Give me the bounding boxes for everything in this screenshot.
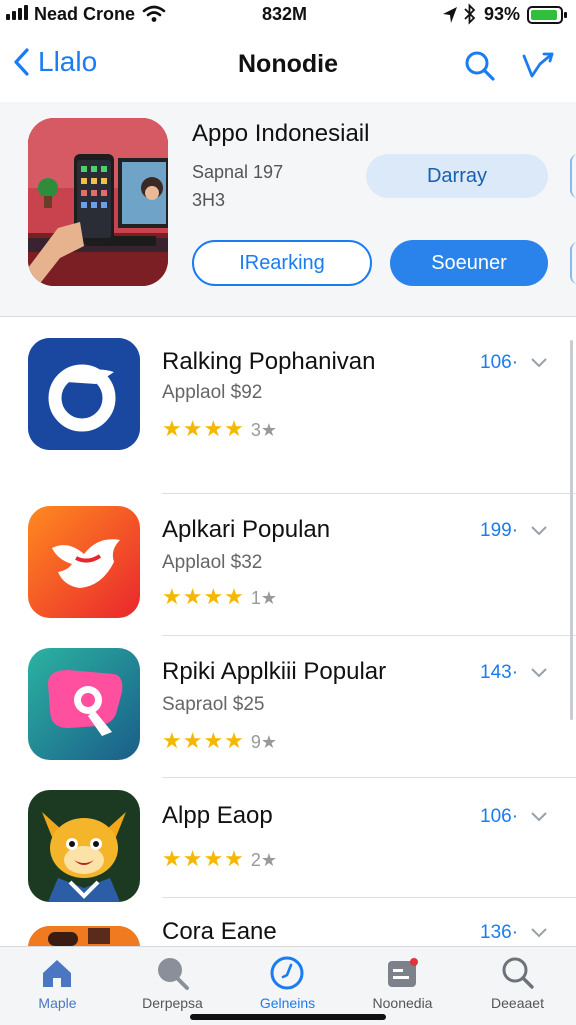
rating-stars: ★★★★ 3★ [162, 416, 278, 441]
app-subtitle: Applaol $32 [162, 552, 263, 573]
secondary-action-button[interactable]: Soeuner [390, 240, 548, 286]
app-price[interactable]: 106· [480, 806, 518, 828]
rating-count: 9★ [250, 732, 278, 752]
chevron-down-icon[interactable] [530, 357, 548, 369]
app-icon [28, 926, 140, 946]
app-subtitle: Applaol $92 [162, 382, 263, 403]
clock: 832M [262, 4, 308, 24]
app-icon [28, 790, 140, 902]
chevron-down-icon[interactable] [530, 811, 548, 823]
app-price[interactable]: 143· [480, 662, 518, 684]
tab-label: Gelneins [259, 995, 316, 1011]
scrollbar[interactable] [570, 340, 573, 720]
app-title: Rpiki Applkiii Popular [162, 658, 387, 685]
chevron-down-icon[interactable] [530, 927, 548, 939]
featured-app-image[interactable] [28, 118, 168, 286]
navigation-bar: Llalo Nonodie [0, 30, 576, 102]
rating-stars: ★★★★ 2★ [162, 846, 278, 871]
tab-home[interactable]: Maple [0, 947, 115, 1025]
rating-stars: ★★★★ 9★ [162, 728, 278, 753]
featured-subtitle-2: 3H3 [192, 190, 226, 210]
list-item[interactable]: Rpiki Applkiii Popular Sapraol $25 ★★★★ 9… [0, 636, 576, 778]
battery-icon [527, 6, 567, 24]
list-item[interactable]: Alpp Eaop ★★★★ 2★ 106· [0, 778, 576, 902]
rating-count: 3★ [250, 420, 278, 440]
carrier-label: Nead Crone [34, 4, 136, 24]
app-icon [28, 506, 140, 618]
battery-percent: 93% [484, 4, 521, 24]
rating-stars: ★★★★ 1★ [162, 584, 278, 609]
app-price[interactable]: 199· [480, 520, 518, 542]
bluetooth-icon [464, 3, 476, 25]
app-list: Ralking Pophanivan Applaol $92 ★★★★ 3★ 10… [0, 316, 576, 946]
tab-search-2[interactable]: Deeaaet [460, 947, 575, 1025]
tab-label: Deeaaet [491, 995, 544, 1011]
list-item[interactable]: Cora Eane 136· [0, 898, 576, 946]
ranking-button[interactable]: IRearking [192, 240, 372, 286]
tab-label: Derpepsa [142, 995, 203, 1011]
app-icon [28, 338, 140, 450]
chevron-down-icon[interactable] [530, 525, 548, 537]
featured-subtitle: Sapnal 197 [192, 162, 284, 182]
app-title: Ralking Pophanivan [162, 348, 376, 375]
tab-label: Maple [38, 995, 77, 1011]
featured-app-card: Appo Indonesiail Sapnal 197 3H3 Darray I… [0, 102, 576, 317]
wifi-icon [142, 5, 166, 22]
rating-count: 1★ [250, 588, 278, 608]
app-icon [28, 648, 140, 760]
list-item[interactable]: Aplkari Populan Applaol $32 ★★★★ 1★ 199· [0, 494, 576, 636]
app-title: Aplkari Populan [162, 516, 331, 543]
app-price[interactable]: 106· [480, 352, 518, 374]
next-card-peek [570, 154, 576, 198]
get-button[interactable]: Darray [366, 154, 548, 198]
share-icon[interactable] [520, 48, 556, 84]
app-price[interactable]: 136· [480, 922, 518, 944]
home-icon [43, 960, 71, 987]
app-title: Cora Eane [162, 918, 277, 945]
location-icon [443, 7, 457, 23]
next-button-peek [570, 242, 576, 284]
media-icon [388, 958, 418, 987]
featured-title: Appo Indonesiail [192, 120, 370, 147]
rating-count: 2★ [250, 850, 278, 870]
compass-icon [270, 956, 304, 990]
chevron-down-icon[interactable] [530, 667, 548, 679]
tab-label: Noonedia [372, 995, 433, 1011]
search-icon[interactable] [464, 50, 496, 82]
list-item[interactable]: Ralking Pophanivan Applaol $92 ★★★★ 3★ 10… [0, 316, 576, 494]
search-icon [158, 958, 189, 990]
app-title: Alpp Eaop [162, 802, 273, 829]
app-subtitle: Sapraol $25 [162, 694, 265, 715]
home-indicator[interactable] [190, 1014, 386, 1020]
status-bar: Nead Crone 832M 93% [0, 0, 576, 30]
search-icon [502, 957, 534, 989]
